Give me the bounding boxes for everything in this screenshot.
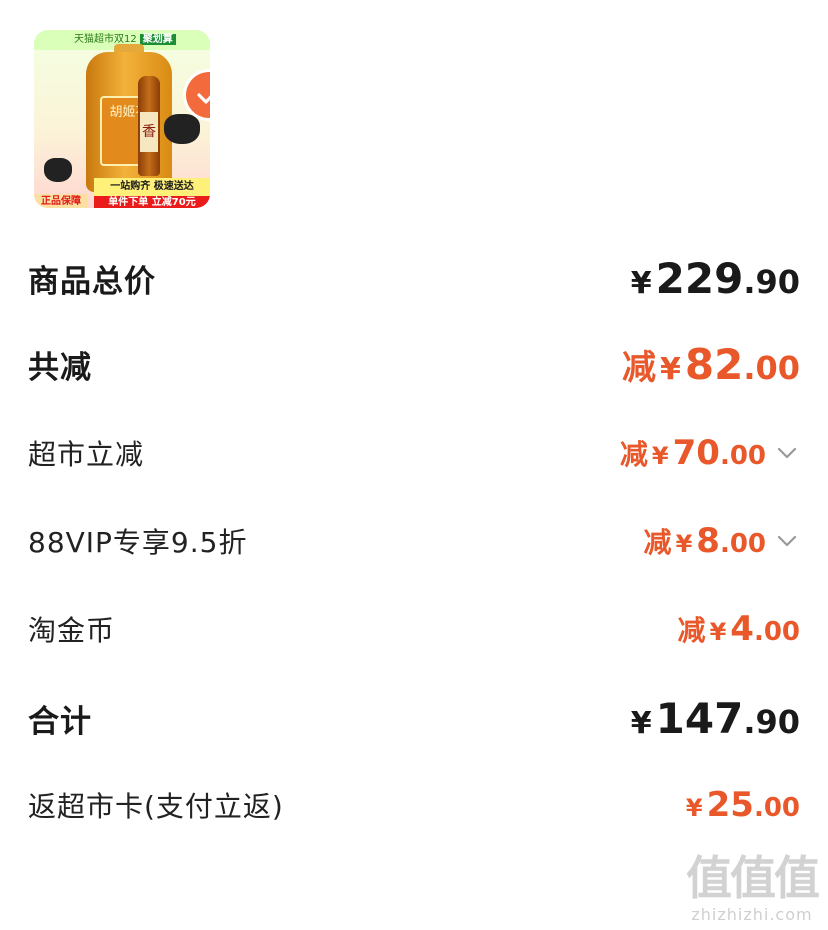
rebate-row: 返超市卡(支付立返) ¥ 25 .00: [28, 780, 800, 830]
total-discount-label: 共减: [28, 349, 92, 386]
discount-item-88vip[interactable]: 88VIP专享9.5折 减 ¥ 8 .00: [28, 516, 800, 566]
chevron-down-icon[interactable]: [774, 528, 800, 554]
total-price-label: 商品总价: [28, 263, 156, 300]
rebate-label: 返超市卡(支付立返): [28, 790, 284, 823]
watermark-logo: 值值值: [686, 851, 820, 905]
discount-prefix: 减: [643, 526, 672, 559]
discount-prefix: 减: [621, 347, 656, 388]
discount-prefix: 减: [677, 614, 706, 647]
amount-integer: 4: [730, 609, 754, 649]
amount-decimal: .00: [753, 793, 800, 823]
amount-integer: 25: [706, 785, 754, 825]
product-thumbnail[interactable]: 天猫超市双12聚划算 胡姬花 香 25 天猫超市卡赠金 一站购齐 极速送达 单件…: [34, 30, 210, 208]
genuine-badge: 正品保障: [34, 194, 88, 208]
small-bottle-label: 香: [140, 112, 158, 152]
total-price-row: 商品总价 ¥ 229 .90: [28, 250, 800, 306]
discount-item-amount: 减 ¥ 70 .00: [620, 433, 800, 473]
amount-decimal: .90: [743, 262, 800, 301]
currency-symbol: ¥: [675, 530, 693, 558]
watermark-site: zhizhizhi.com: [691, 905, 813, 924]
discount-item-amount: 减 ¥ 8 .00: [644, 521, 800, 561]
amount-integer: 147: [655, 693, 744, 743]
tmall-cat-icon-left: [44, 158, 72, 182]
discount-item-label: 超市立减: [28, 438, 145, 471]
amount-decimal: .90: [743, 702, 800, 741]
tmall-cat-icon: [164, 114, 200, 144]
amount-decimal: .00: [753, 617, 800, 647]
currency-symbol: ¥: [659, 351, 681, 387]
total-price-amount: ¥ 229 .90: [631, 254, 800, 303]
deal-bar: 单件下单 立减70元: [94, 196, 210, 208]
oil-bottle-small: 香: [138, 76, 160, 176]
currency-symbol: ¥: [630, 705, 652, 741]
checkmark-icon: [197, 93, 210, 104]
discount-item-amount: 减 ¥ 4 .00: [678, 609, 800, 649]
amount-integer: 70: [672, 433, 720, 473]
chevron-down-icon[interactable]: [774, 440, 800, 466]
discount-item-supermarket[interactable]: 超市立减 减 ¥ 70 .00: [28, 428, 800, 478]
slogan-bar: 一站购齐 极速送达: [94, 178, 210, 196]
currency-symbol: ¥: [709, 618, 727, 646]
currency-symbol: ¥: [685, 794, 703, 822]
discount-item-taojinbi: 淘金币 减 ¥ 4 .00: [28, 604, 800, 654]
thumbnail-top-badge: 聚划算: [139, 34, 176, 45]
amount-decimal: .00: [743, 348, 800, 387]
amount-integer: 229: [655, 253, 744, 303]
discount-item-label: 淘金币: [28, 614, 116, 647]
watermark: 值值值 zhizhizhi.com: [686, 851, 820, 924]
total-discount-row: 共减 减 ¥ 82 .00: [28, 336, 800, 392]
amount-decimal: .00: [719, 441, 766, 471]
discount-prefix: 减: [619, 438, 648, 471]
currency-symbol: ¥: [630, 265, 652, 301]
total-discount-amount: 减 ¥ 82 .00: [622, 340, 800, 389]
amount-integer: 8: [696, 521, 720, 561]
grand-total-label: 合计: [28, 703, 92, 740]
amount-decimal: .00: [719, 529, 766, 559]
currency-symbol: ¥: [651, 442, 669, 470]
amount-integer: 82: [684, 339, 744, 389]
discount-item-label: 88VIP专享9.5折: [28, 526, 248, 559]
rebate-amount: ¥ 25 .00: [686, 785, 800, 825]
grand-total-amount: ¥ 147 .90: [631, 694, 800, 743]
grand-total-row: 合计 ¥ 147 .90: [28, 690, 800, 746]
